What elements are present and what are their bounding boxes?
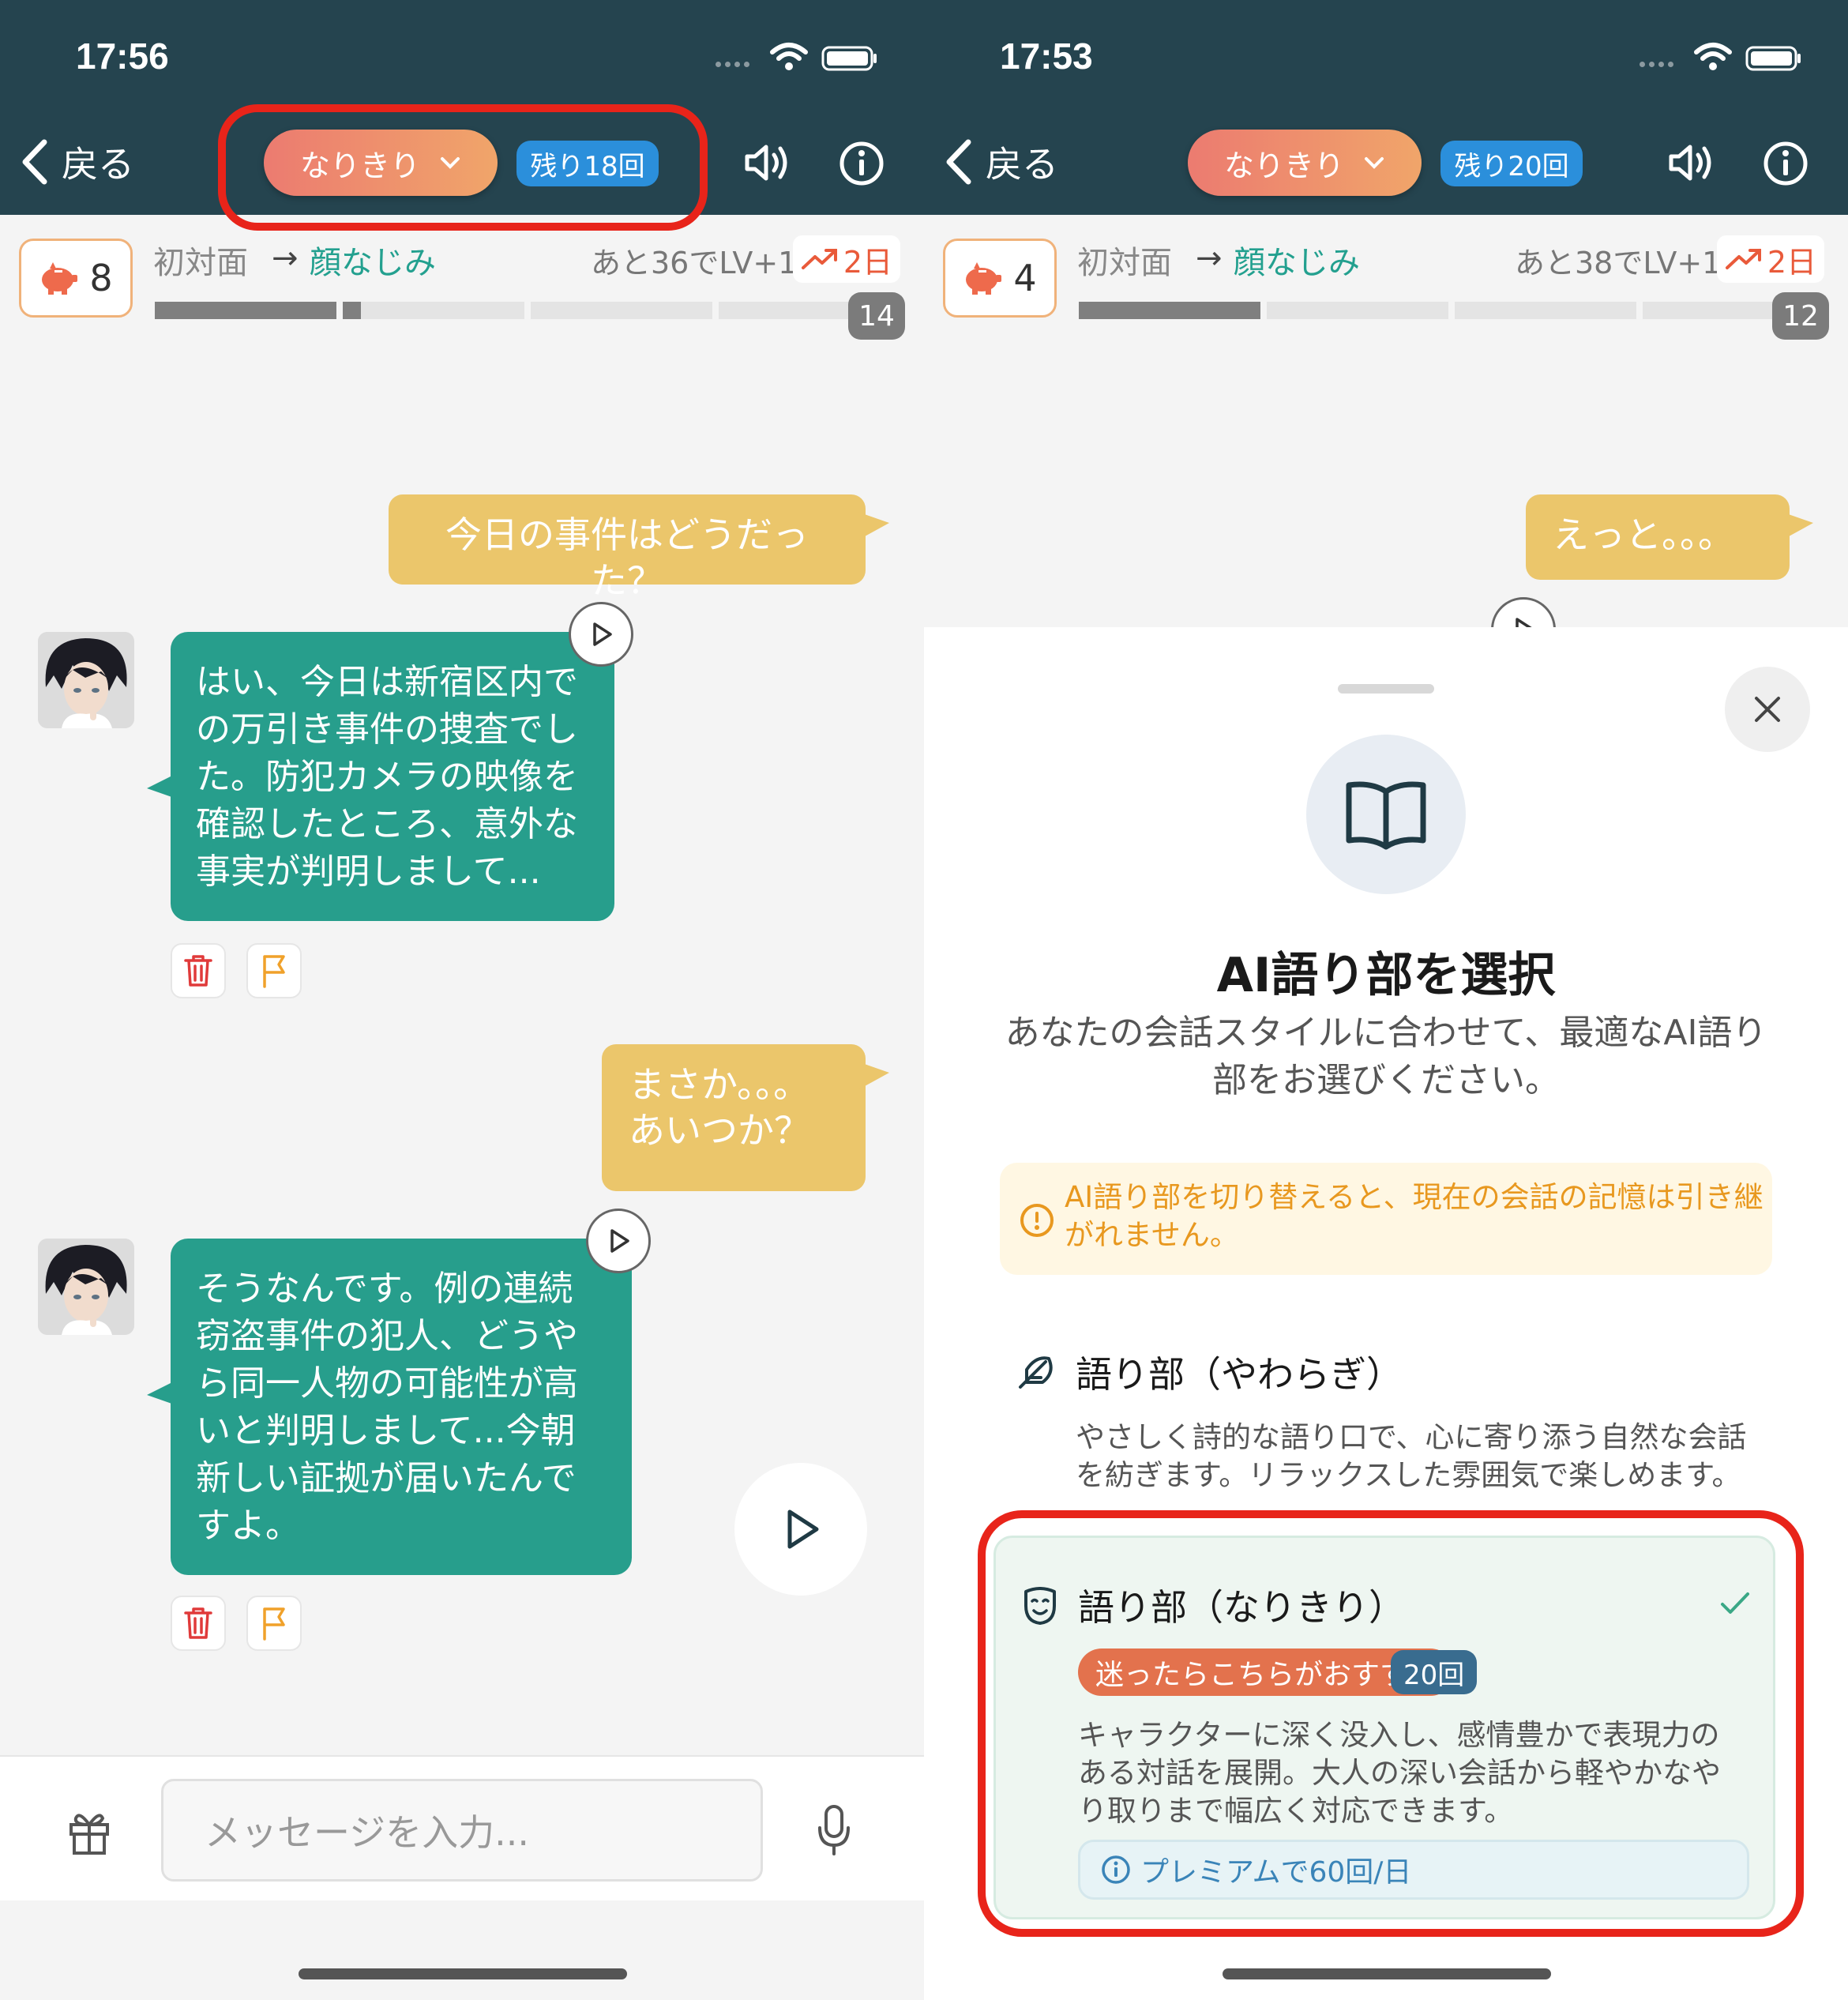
flag-icon: [263, 1607, 285, 1641]
battery-icon: [1745, 46, 1801, 71]
alert-circle-icon: [1020, 1204, 1054, 1237]
cellular-signal-icon: [716, 62, 755, 68]
coin-counter[interactable]: 4: [943, 239, 1057, 318]
mode-selector[interactable]: なりきり: [1188, 130, 1422, 196]
flag-icon: [263, 955, 285, 988]
close-icon: [1755, 697, 1780, 722]
arrow-right-icon: →: [272, 240, 299, 276]
back-label: 戻る: [986, 143, 1058, 186]
arrow-right-icon: →: [1196, 240, 1223, 276]
option-title[interactable]: 語り部（やわらぎ）: [1076, 1346, 1403, 1398]
info-icon[interactable]: [839, 141, 885, 186]
streak-badge: 2日: [1717, 235, 1824, 283]
info-icon[interactable]: [1763, 141, 1809, 186]
trash-icon: [184, 1607, 212, 1639]
play-icon: [787, 1509, 819, 1549]
avatar[interactable]: [38, 632, 134, 728]
status-time: 17:56: [76, 36, 169, 77]
play-audio-button[interactable]: [569, 602, 633, 667]
piggy-bank-icon: [966, 262, 1002, 295]
progress-segment: [1079, 302, 1260, 319]
option-description: やさしく詩的な語り口で、心に寄り添う自然な会話を紡ぎます。リラックスした雰囲気で…: [1076, 1420, 1747, 1492]
highlight-annotation: [978, 1510, 1804, 1937]
avatar[interactable]: [38, 1239, 134, 1335]
sheet-title: AI語り部を選択: [1216, 948, 1556, 1003]
piggy-bank-icon: [42, 262, 78, 295]
user-message: えっと。。。: [1526, 494, 1813, 580]
home-indicator: [1223, 1968, 1551, 1979]
user-message: まさか。。。あいつか？: [602, 1044, 889, 1191]
message-input-bar: メッセージを入力...: [0, 1755, 924, 1900]
streak-badge: 2日: [793, 235, 900, 283]
back-label: 戻る: [62, 143, 134, 186]
report-button[interactable]: [246, 943, 302, 998]
back-button[interactable]: 戻る: [943, 136, 1058, 188]
sheet-subtitle: あなたの会話スタイルに合わせて、最適なAI語り部をお選びください。: [1005, 1013, 1767, 1100]
wifi-icon: [770, 43, 808, 70]
play-all-button[interactable]: [734, 1463, 867, 1596]
level-progress-bar: [155, 302, 900, 319]
level-remaining: あと38でLV+1: [1515, 246, 1722, 280]
coin-count: 8: [89, 257, 113, 299]
feather-icon: [1019, 1356, 1053, 1389]
wifi-icon: [1694, 43, 1732, 70]
progress-segment: [1455, 302, 1636, 319]
speaker-icon[interactable]: [1666, 141, 1715, 185]
microphone-icon[interactable]: [817, 1804, 851, 1856]
relationship-current: 初対面: [1077, 245, 1172, 281]
relationship-next: 顔なじみ: [1234, 245, 1360, 281]
level-remaining: あと36でLV+1: [591, 246, 798, 280]
progress-segment: [155, 302, 336, 319]
mode-label: なりきり: [1223, 148, 1344, 183]
narrator-select-sheet: AI語り部を選択 あなたの会話スタイルに合わせて、最適なAI語り部をお選びくださ…: [924, 627, 1848, 2000]
coin-count: 4: [1013, 257, 1037, 299]
chevron-down-icon: [1365, 157, 1384, 169]
warning-banner: AI語り部を切り替えると、現在の会話の記憶は引き継がれません。: [1000, 1163, 1772, 1275]
trend-up-icon: [1725, 249, 1761, 269]
cellular-signal-icon: [1640, 62, 1679, 68]
progress-count-badge: 14: [848, 292, 905, 340]
gift-icon[interactable]: [66, 1809, 112, 1855]
progress-segment: [1267, 302, 1448, 319]
close-button[interactable]: [1725, 667, 1810, 752]
relationship-next: 顔なじみ: [310, 245, 436, 281]
relationship-current: 初対面: [153, 245, 248, 281]
remaining-count-badge: 残り20回: [1440, 141, 1583, 186]
user-message: 今日の事件はどうだった？: [389, 494, 889, 602]
bot-message: そうなんです。例の連続窃盗事件の犯人、どうやら同一人物の可能性が高いと判明しまし…: [147, 1239, 632, 1575]
back-button[interactable]: 戻る: [19, 136, 134, 188]
level-progress-bar: [1079, 302, 1824, 319]
home-indicator: [299, 1968, 627, 1979]
trash-icon: [184, 955, 212, 987]
trend-up-icon: [801, 249, 837, 269]
sheet-grabber[interactable]: [1338, 684, 1434, 694]
progress-segment: [343, 302, 524, 319]
status-time: 17:53: [1000, 36, 1093, 77]
chat-screen-right: 17:53 戻る なりきり 残り20回 4 初対面 → 顔なじみ あと38でLV…: [924, 0, 1848, 2000]
streak-days: 2日: [1767, 244, 1817, 280]
highlight-annotation: [218, 104, 708, 231]
book-icon: [1346, 781, 1426, 850]
delete-button[interactable]: [171, 943, 226, 998]
message-input[interactable]: メッセージを入力...: [161, 1779, 763, 1882]
chevron-left-icon: [22, 139, 47, 185]
progress-count-badge: 12: [1772, 292, 1829, 340]
warning-text: AI語り部を切り替えると、現在の会話の記憶は引き継がれません。: [1065, 1180, 1763, 1252]
play-audio-button[interactable]: [586, 1209, 651, 1273]
delete-button[interactable]: [171, 1596, 226, 1651]
coin-counter[interactable]: 8: [19, 239, 133, 318]
chevron-left-icon: [946, 139, 971, 185]
progress-segment: [531, 302, 712, 319]
book-icon-container: [1306, 735, 1466, 894]
play-icon: [593, 622, 612, 646]
speaker-icon[interactable]: [742, 141, 791, 185]
play-icon: [610, 1229, 629, 1253]
streak-days: 2日: [843, 244, 893, 280]
bot-message: はい、今日は新宿区内での万引き事件の捜査でした。防犯カメラの映像を確認したところ…: [147, 632, 614, 921]
report-button[interactable]: [246, 1596, 302, 1651]
chat-screen-left: 17:56 戻る なりきり 残り18回 8 初対面 → 顔なじみ あと36でLV…: [0, 0, 924, 2000]
battery-icon: [821, 46, 877, 71]
app-header: 17:53 戻る なりきり 残り20回: [924, 0, 1848, 215]
